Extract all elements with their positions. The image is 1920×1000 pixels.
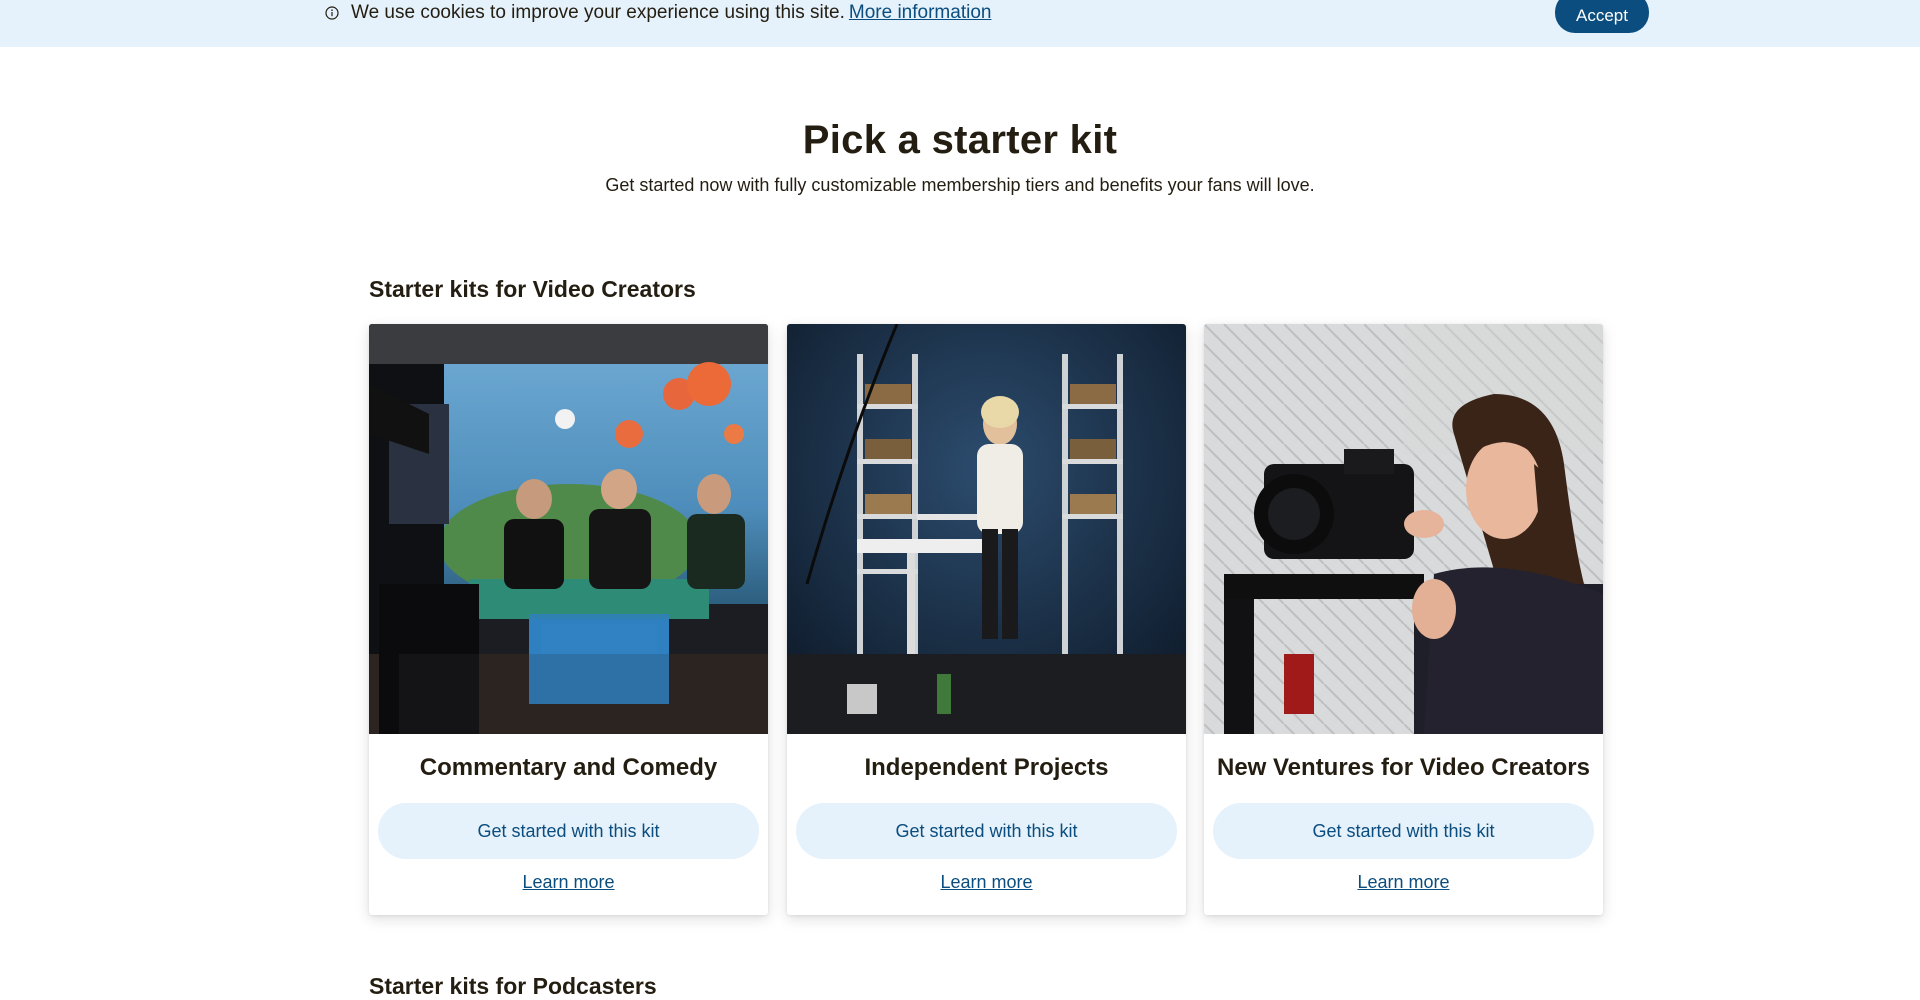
page-title: Pick a starter kit <box>802 118 1118 162</box>
starter-kit-card: New Ventures for Video Creators Get star… <box>1204 324 1603 915</box>
page-subtitle: Get started now with fully customizable … <box>605 175 1315 195</box>
section-title-podcasters: Starter kits for Podcasters <box>369 973 657 999</box>
card-title: New Ventures for Video Creators <box>1216 754 1590 781</box>
creator-studio-photo <box>787 324 1186 734</box>
accept-cookies-button[interactable]: Accept <box>1555 0 1649 33</box>
card-title: Independent Projects <box>864 754 1109 781</box>
learn-more-link[interactable]: Learn more <box>1204 872 1603 893</box>
podcast-studio-photo <box>369 324 768 734</box>
info-circle-icon <box>325 6 339 20</box>
camera-operator-photo <box>1204 324 1603 734</box>
section-title-video-creators: Starter kits for Video Creators <box>369 276 696 302</box>
starter-kit-card: Commentary and Comedy Get started with t… <box>369 324 768 915</box>
cookie-message-text: We use cookies to improve your experienc… <box>351 2 845 23</box>
card-title: Commentary and Comedy <box>419 754 718 781</box>
cookie-banner: We use cookies to improve your experienc… <box>0 0 1920 47</box>
learn-more-link[interactable]: Learn more <box>369 872 768 893</box>
get-started-button[interactable]: Get started with this kit <box>796 803 1177 859</box>
more-information-link[interactable]: More information <box>849 2 992 23</box>
cookie-message: We use cookies to improve your experienc… <box>351 1 991 25</box>
learn-more-link[interactable]: Learn more <box>787 872 1186 893</box>
get-started-button[interactable]: Get started with this kit <box>378 803 759 859</box>
get-started-button[interactable]: Get started with this kit <box>1213 803 1594 859</box>
starter-kit-card: Independent Projects Get started with th… <box>787 324 1186 915</box>
